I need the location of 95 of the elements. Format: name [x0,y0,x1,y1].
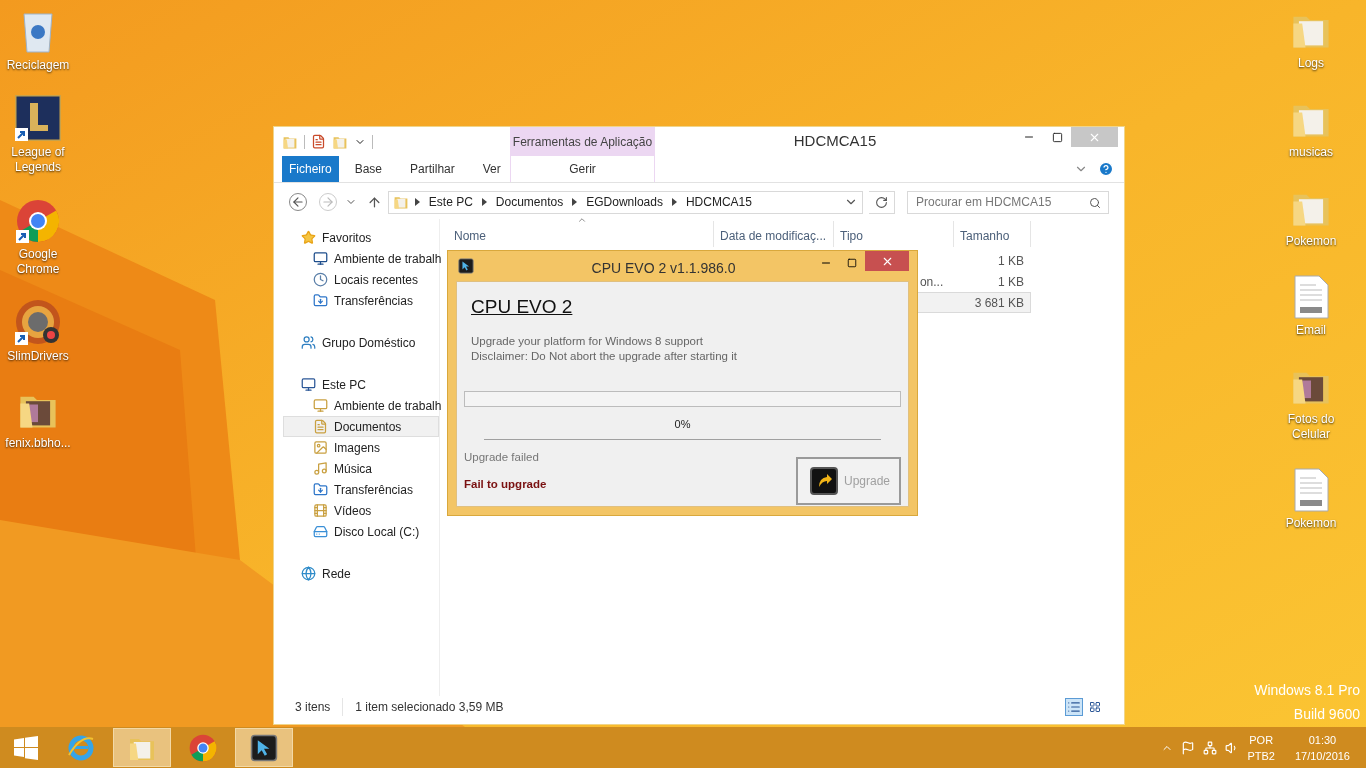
film-icon [313,503,328,518]
image-icon [313,440,328,455]
chrome-icon [189,733,217,762]
search-field[interactable]: Procurar em HDCMCA15 [907,190,1109,214]
arrow-app-icon [810,467,838,495]
search-icon [1089,196,1101,209]
desktop-icon-graphic[interactable] [15,297,61,345]
maximize-icon [1051,131,1063,143]
monitor-icon [313,251,328,266]
app-heading: CPU EVO 2 [471,295,574,319]
list-icon [1067,700,1081,714]
clock-icon [313,272,328,287]
address-bar[interactable]: Este PC Documentos EGDownloads HDCMCA15 [387,190,864,214]
windows-logo-icon [14,735,38,760]
cursor-app-icon [250,733,278,762]
sidebar-item[interactable]: Ambiente de trabalh [283,395,439,416]
breadcrumb-arrow-icon [414,198,420,206]
hard-drive-icon [313,524,328,539]
tiles-view-button[interactable] [1087,699,1103,715]
globe-icon [301,566,316,581]
sidebar-item[interactable]: Transferências [283,479,439,500]
sidebar-item[interactable]: Locais recentes [283,269,439,290]
up-icon[interactable] [366,194,382,210]
game-icon [15,95,61,141]
file-tab[interactable]: Ficheiro [282,156,339,182]
dialog-title: CPU EVO 2 v1.1.986.0 [590,259,737,278]
shortcut-arrow-icon [15,332,28,345]
ribbon-tab[interactable]: Base [344,156,393,182]
progress-percent: 0% [674,416,691,432]
column-header[interactable]: Data de modificaç... [714,221,834,247]
details-view-button[interactable] [1065,698,1083,716]
network-icon[interactable] [1203,740,1218,755]
refresh-button[interactable] [869,190,895,214]
monitor-icon [313,398,328,413]
breadcrumb-item[interactable]: Este PC [425,193,476,211]
star-icon [301,230,316,245]
os-build-text: Windows 8.1 Pro [1254,681,1360,700]
sidebar-item[interactable]: Transferências [283,290,439,311]
chrome-icon [16,199,60,243]
shortcut-arrow-icon [16,230,29,243]
desktop-icon-graphic[interactable] [15,93,61,141]
sidebar-item[interactable]: Ambiente de trabalh [283,248,439,269]
document-icon [1293,468,1329,512]
column-header[interactable]: Tamanho [954,221,1031,247]
column-header[interactable]: Nome [448,221,714,247]
breadcrumb-arrow-icon [481,198,487,206]
description-text: Upgrade your platform for Windows 8 support [471,333,705,349]
breadcrumb-arrow-icon [572,198,578,206]
breadcrumb-arrow-icon [671,198,677,206]
status-text: 3 itens [295,698,344,716]
status-text: 1 item selecionado 3,59 MB [354,699,504,716]
tiles-icon [1089,701,1101,713]
table-cell-text: on... [919,273,944,291]
refresh-icon [875,195,889,209]
sidebar-item[interactable]: Música [283,458,439,479]
sidebar-item[interactable]: Este PC [283,374,439,395]
os-build-text: Build 9600 [1293,705,1360,724]
shortcut-arrow-icon [15,128,28,141]
cursor-app-icon [458,258,474,274]
sort-caret-icon [577,215,587,225]
window-title: HDCMCA15 [792,131,878,152]
context-tab-group: Ferramentas de Aplicação [510,127,655,156]
status-text: Upgrade failed [464,450,540,465]
taskbar-app[interactable] [235,728,293,767]
breadcrumb-item[interactable]: Documentos [492,193,567,211]
sidebar-item[interactable]: Documentos [283,416,439,437]
people-icon [301,335,316,350]
monitor-icon [301,377,316,392]
folder-icon [392,194,409,210]
maximize-icon [847,258,857,268]
folder-download-icon [313,482,328,497]
ribbon-tab[interactable]: Partilhar [400,156,465,182]
sidebar-item[interactable]: Favoritos [283,227,439,248]
table-cell-text: 3 681 KB [974,294,1024,312]
sidebar-item[interactable]: Disco Local (C:) [283,521,439,542]
folder-download-icon [313,293,328,308]
flag-icon[interactable] [1181,740,1196,755]
ribbon-tab[interactable]: Ver [472,156,511,182]
sidebar-item[interactable]: Rede [283,563,439,584]
steering-wheel-icon [15,299,61,345]
sidebar-item[interactable]: Vídeos [283,500,439,521]
help-icon[interactable] [1098,161,1114,177]
document-icon [313,419,328,434]
properties-icon[interactable] [311,134,326,149]
error-message: Fail to upgrade [464,477,548,493]
ribbon-tab[interactable]: Gerir [511,156,654,182]
music-note-icon [313,461,328,476]
sidebar-item[interactable]: Grupo Doméstico [283,332,439,353]
sidebar-item[interactable]: Imagens [283,437,439,458]
document-icon [1293,275,1329,319]
breadcrumb-item[interactable]: HDCMCA15 [682,193,755,211]
column-header[interactable]: Tipo [834,221,954,247]
table-cell-text: 1 KB [998,273,1024,291]
breadcrumb-item[interactable]: EGDownloads [583,193,666,211]
description-text: Disclaimer: Do Not abort the upgrade after starting it [471,348,738,364]
